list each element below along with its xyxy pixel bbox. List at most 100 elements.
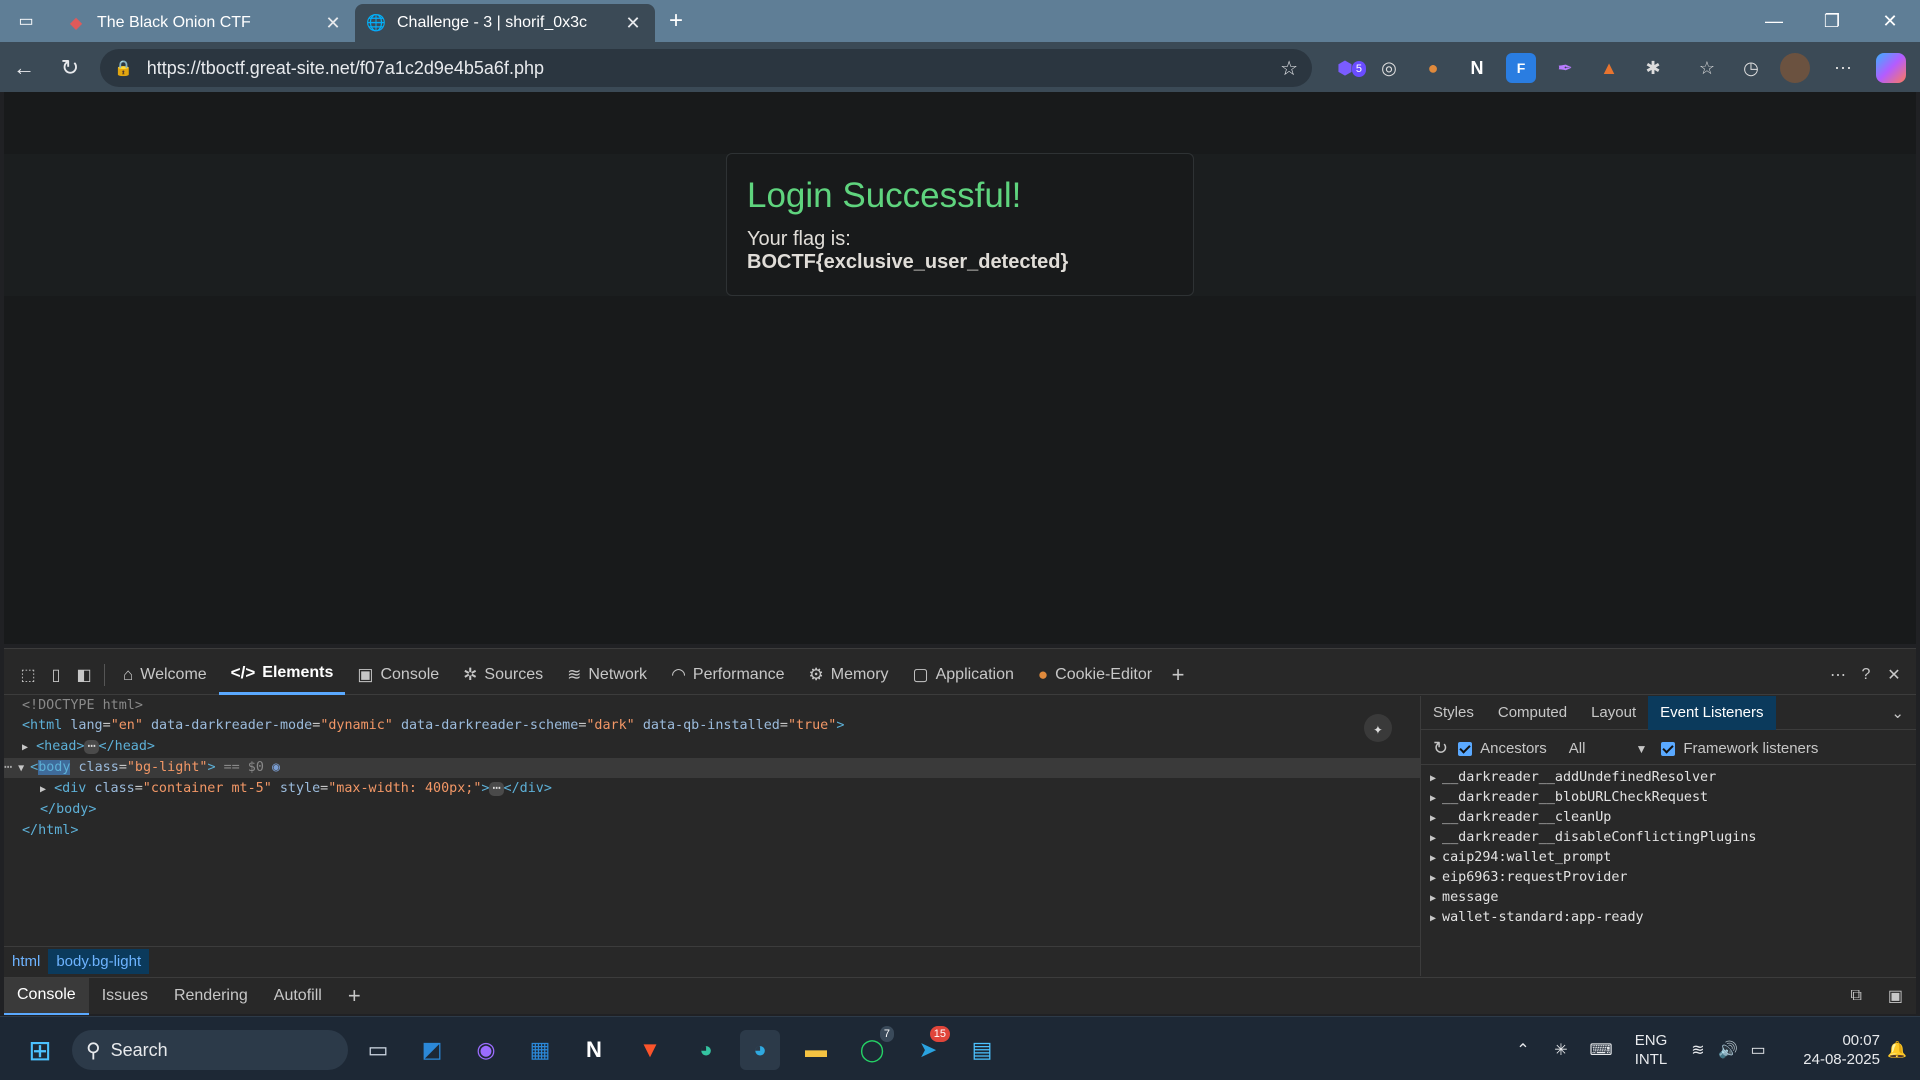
profile-avatar[interactable] [1780, 53, 1810, 83]
add-tab-icon[interactable]: + [1164, 661, 1192, 689]
devtools-tab-network[interactable]: ≋ Network [555, 655, 659, 695]
outlook-icon[interactable]: ◩ [412, 1030, 452, 1070]
font-extension-icon[interactable]: F [1506, 53, 1536, 83]
task-view-icon[interactable]: ▭ [358, 1030, 398, 1070]
doctype-node[interactable]: <!DOCTYPE html> [22, 696, 143, 716]
copilot-icon[interactable] [1876, 53, 1906, 83]
devtools-tab-elements[interactable]: </> Elements [218, 655, 346, 695]
drawer-tab-rendering[interactable]: Rendering [161, 978, 261, 1015]
body-node-selected[interactable]: ⋯ ▼ <body class="bg-light"> == $0 ◉ [4, 758, 1420, 778]
more-menu-icon[interactable]: ⋯ [1828, 53, 1858, 83]
side-tab-styles[interactable]: Styles [1421, 696, 1486, 730]
edge-icon[interactable]: ◕ [740, 1030, 780, 1070]
side-tab-layout[interactable]: Layout [1579, 696, 1648, 730]
glasses-extension-icon[interactable]: ◎ [1374, 53, 1404, 83]
minimize-button[interactable]: — [1752, 8, 1796, 34]
devtools-tab-memory[interactable]: ⚙ Memory [797, 655, 901, 695]
devtools-tab-performance[interactable]: ◠ Performance [659, 655, 796, 695]
devtools-tab-sources[interactable]: ✲ Sources [451, 655, 555, 695]
accessibility-icon[interactable]: ✦ [1364, 714, 1392, 742]
notification-bell-icon[interactable]: 🔔 [1882, 1030, 1912, 1070]
cookie-extension-icon[interactable]: ● [1418, 53, 1448, 83]
head-node[interactable]: ▶ <head> ⋯ </head> [22, 737, 155, 757]
close-drawer-icon[interactable]: ▣ [1875, 978, 1916, 1015]
listener-item[interactable]: __darkreader__addUndefinedResolver [1430, 768, 1910, 788]
file-explorer-icon[interactable]: ▬ [796, 1030, 836, 1070]
chevron-down-icon[interactable]: ⌄ [1879, 696, 1916, 730]
battery-icon[interactable]: ▭ [1744, 1030, 1772, 1070]
tab-black-onion-ctf[interactable]: ◆ The Black Onion CTF ✕ [55, 4, 355, 42]
drawer-add-icon[interactable]: + [335, 978, 374, 1015]
listener-item[interactable]: caip294:wallet_prompt [1430, 848, 1910, 868]
devtools-tab-cookie-editor[interactable]: ● Cookie-Editor [1026, 655, 1164, 695]
listener-item[interactable]: wallet-standard:app-ready [1430, 908, 1910, 928]
brave-icon[interactable]: ▼ [630, 1030, 670, 1070]
taskbar-search[interactable]: ⚲ Search [72, 1030, 348, 1070]
div-container-node[interactable]: ▶ <div class="container mt-5" style="max… [40, 779, 552, 799]
body-close-node[interactable]: </body> [40, 800, 96, 820]
help-icon[interactable]: ? [1852, 661, 1880, 689]
dock-drawer-icon[interactable]: ⧉ [1837, 978, 1874, 1015]
listener-item[interactable]: message [1430, 888, 1910, 908]
listener-item[interactable]: __darkreader__disableConflictingPlugins [1430, 828, 1910, 848]
extension-icon[interactable]: ⬢ 5 [1330, 53, 1366, 83]
breadcrumb-body[interactable]: body.bg-light [48, 949, 150, 974]
app-circle-icon[interactable]: ◉ [466, 1030, 506, 1070]
tab-challenge-3[interactable]: 🌐 Challenge - 3 | shorif_0x3c ✕ [355, 4, 655, 42]
whatsapp-icon[interactable]: ◯ 7 [852, 1026, 894, 1070]
favorites-icon[interactable]: ☆ [1692, 53, 1722, 83]
input-language[interactable]: ENG INTL [1626, 1030, 1676, 1070]
notion-taskbar-icon[interactable]: N [574, 1030, 614, 1070]
devtools-tab-console[interactable]: ▣ Console [345, 655, 451, 695]
edge-dev-icon[interactable]: ◕ [686, 1030, 726, 1070]
scope-select[interactable]: All [1569, 740, 1586, 757]
notion-icon[interactable]: N [1462, 53, 1492, 83]
volume-icon[interactable]: 🔊 [1714, 1030, 1742, 1070]
dropdown-arrow-icon[interactable]: ▼ [1635, 742, 1647, 756]
inspect-element-icon[interactable]: ⬚ [14, 661, 42, 689]
drawer-tab-issues[interactable]: Issues [89, 978, 161, 1015]
new-tab-button[interactable]: + [660, 6, 692, 36]
refresh-button[interactable]: ↻ [54, 52, 86, 84]
back-button[interactable]: ← [8, 52, 40, 84]
drawer-tab-autofill[interactable]: Autofill [261, 978, 335, 1015]
devtools-tab-application[interactable]: ▢ Application [901, 655, 1026, 695]
wifi-icon[interactable]: ≋ [1684, 1030, 1712, 1070]
close-window-button[interactable]: ✕ [1868, 8, 1912, 34]
pen-extension-icon[interactable]: ✒ [1550, 53, 1580, 83]
telegram-icon[interactable]: ➤ 15 [908, 1026, 950, 1070]
side-tab-computed[interactable]: Computed [1486, 696, 1579, 730]
breadcrumb-html[interactable]: html [4, 949, 48, 974]
dock-side-icon[interactable]: ◧ [70, 661, 98, 689]
store-icon[interactable]: ▦ [520, 1030, 560, 1070]
metamask-icon[interactable]: ▲ [1594, 53, 1624, 83]
keyboard-icon[interactable]: ⌨ [1586, 1030, 1616, 1070]
favorite-star-icon[interactable]: ☆ [1280, 56, 1298, 81]
listener-item[interactable]: __darkreader__cleanUp [1430, 808, 1910, 828]
html-close-node[interactable]: </html> [22, 821, 78, 841]
tray-overflow-icon[interactable]: ⌃ [1508, 1030, 1538, 1070]
html-node[interactable]: <html lang="en" data-darkreader-mode="dy… [22, 716, 844, 736]
drawer-tab-console[interactable]: Console [4, 977, 89, 1015]
restore-button[interactable]: ❐ [1810, 8, 1854, 34]
address-bar[interactable]: 🔒 https://tboctf.great-site.net/f07a1c2d… [100, 49, 1312, 87]
windows-start-icon[interactable]: ⊞ [20, 1030, 60, 1070]
devtools-tab-welcome[interactable]: ⌂ Welcome [111, 655, 219, 695]
extensions-puzzle-icon[interactable]: ✱ [1638, 53, 1668, 83]
ancestors-checkbox[interactable] [1458, 741, 1473, 756]
listener-item[interactable]: eip6963:requestProvider [1430, 868, 1910, 888]
history-icon[interactable]: ◷ [1736, 53, 1766, 83]
device-toolbar-icon[interactable]: ▯ [42, 661, 70, 689]
close-devtools-icon[interactable]: ✕ [1880, 661, 1908, 689]
tab-actions-icon[interactable]: ▭ [10, 8, 42, 34]
clock[interactable]: 00:07 24-08-2025 [1780, 1030, 1880, 1070]
side-tab-event-listeners[interactable]: Event Listeners [1648, 695, 1776, 730]
notepad-icon[interactable]: ▤ [962, 1030, 1002, 1070]
listener-item[interactable]: __darkreader__blobURLCheckRequest [1430, 788, 1910, 808]
refresh-icon[interactable]: ↻ [1433, 738, 1448, 759]
tab-close-icon[interactable]: ✕ [323, 13, 343, 34]
brightness-icon[interactable]: ✳ [1546, 1030, 1576, 1070]
framework-listeners-checkbox[interactable] [1661, 741, 1676, 756]
devtools-more-icon[interactable]: ⋯ [1824, 661, 1852, 689]
tab-close-icon[interactable]: ✕ [623, 13, 643, 34]
